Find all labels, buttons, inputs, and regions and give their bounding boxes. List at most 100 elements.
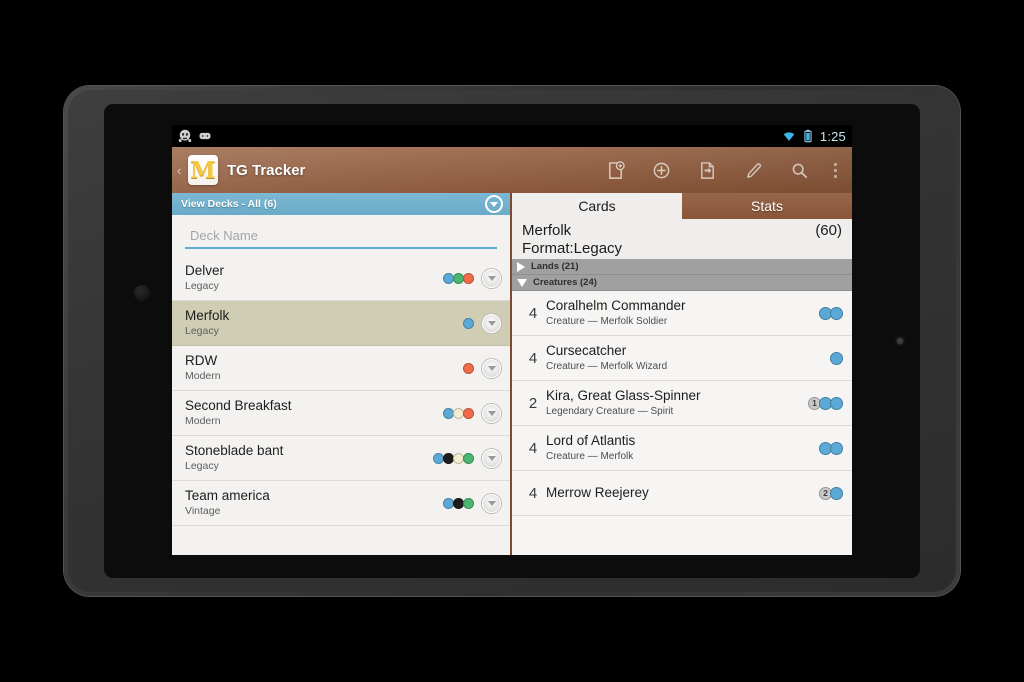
deck-color-identity	[433, 452, 474, 464]
card-group-header[interactable]: Lands (21)	[512, 259, 852, 275]
caret-glyph	[487, 275, 496, 281]
card-mana-cost	[819, 306, 843, 320]
card-row-texts: Merrow Reejerey	[546, 485, 649, 501]
chevron-down-icon[interactable]	[517, 278, 527, 287]
card-mana-cost	[830, 351, 843, 365]
chevron-down-circle-icon[interactable]	[485, 195, 503, 213]
deck-row-right	[443, 403, 501, 423]
deck-name: Second Breakfast	[185, 397, 292, 413]
card-name: Coralhelm Commander	[546, 297, 686, 313]
deck-row-menu-icon[interactable]	[482, 358, 501, 378]
deck-summary-format: Format:Legacy	[522, 240, 623, 257]
deck-row[interactable]: Second Breakfast Modern	[172, 391, 510, 436]
deck-row[interactable]: Delver Legacy	[172, 256, 510, 301]
card-list: 4 Coralhelm Commander Creature — Merfolk S…	[512, 291, 852, 555]
search-icon[interactable]	[776, 147, 822, 193]
tab-cards[interactable]: Cards	[512, 193, 682, 219]
card-row-texts: Cursecatcher Creature — Merfolk Wizard	[546, 343, 667, 373]
deck-list-pane: View Decks - All (6) DelverLegacyMerfolk…	[172, 193, 510, 555]
deck-row-texts: RDW Modern	[185, 353, 221, 384]
caret-glyph	[487, 455, 496, 461]
deck-list: Delver Legacy Merfolk Legacy RDW Modern Second…	[172, 256, 510, 526]
deck-row-menu-icon[interactable]	[482, 403, 501, 423]
mana-color-dot-icon	[463, 272, 474, 284]
card-name: Cursecatcher	[546, 342, 627, 358]
mana-color-dot-icon	[463, 407, 474, 419]
up-navigation-caret-icon[interactable]: ‹	[177, 163, 187, 178]
overflow-dot	[833, 162, 837, 166]
deck-summary-count: (60)	[815, 222, 842, 239]
deck-row-texts: Merfolk Legacy	[185, 308, 229, 339]
deck-format: Legacy	[185, 324, 219, 337]
card-quantity: 4	[528, 304, 538, 322]
tab-stats[interactable]: Stats	[682, 193, 852, 219]
card-mana-cost	[819, 441, 843, 455]
app-logo-icon[interactable]: M	[188, 155, 218, 185]
caret-glyph	[487, 320, 496, 326]
card-row[interactable]: 2 Kira, Great Glass-Spinner Legendary Crea…	[512, 381, 852, 426]
edit-icon[interactable]	[730, 147, 776, 193]
caret-glyph	[487, 410, 496, 416]
mana-color-dot-icon	[463, 362, 474, 374]
caret-glyph	[490, 201, 498, 207]
deck-color-identity	[463, 362, 474, 374]
view-decks-header[interactable]: View Decks - All (6)	[172, 193, 510, 215]
import-deck-icon[interactable]	[684, 147, 730, 193]
action-bar-buttons	[592, 147, 852, 193]
deck-name: RDW	[185, 352, 218, 368]
deck-row-menu-icon[interactable]	[482, 268, 501, 288]
colored-mana-symbol-icon	[830, 396, 843, 410]
chevron-right-icon[interactable]	[517, 261, 525, 272]
card-row[interactable]: 4 Cursecatcher Creature — Merfolk Wizard	[512, 336, 852, 381]
overflow-dot	[833, 168, 837, 172]
colored-mana-symbol-icon	[830, 306, 843, 320]
deck-format: Modern	[185, 369, 221, 382]
card-mana-cost: 2	[819, 486, 843, 500]
caret-glyph	[487, 500, 496, 506]
deck-name: Team america	[185, 487, 270, 503]
add-card-icon[interactable]	[638, 147, 684, 193]
overflow-menu-icon[interactable]	[822, 147, 848, 193]
deck-row-texts: Delver Legacy	[185, 263, 224, 294]
status-bar-notifications	[178, 129, 212, 143]
deck-format: Legacy	[185, 279, 219, 292]
deck-row-menu-icon[interactable]	[482, 313, 501, 333]
card-group-header[interactable]: Creatures (24)	[512, 275, 852, 291]
colored-mana-symbol-icon	[830, 441, 843, 455]
card-quantity: 2	[528, 394, 538, 412]
deck-name-search-input[interactable]	[185, 226, 497, 249]
notification-face-icon	[178, 129, 192, 142]
deck-row-menu-icon[interactable]	[482, 493, 501, 513]
deck-color-identity	[443, 272, 474, 284]
deck-row-right	[443, 268, 501, 288]
card-detail-pane: Cards Stats Merfolk (60) Format:Legacy La…	[512, 193, 852, 555]
deck-name: Merfolk	[185, 307, 230, 323]
status-bar-clock: 1:25	[819, 128, 846, 144]
caret-glyph	[487, 365, 496, 371]
screenshot-root: 1:25 ‹ M TG Tracker View Decks - All (6)…	[0, 0, 1024, 682]
deck-name: Delver	[185, 262, 225, 278]
card-quantity: 4	[528, 439, 538, 457]
deck-row[interactable]: RDW Modern	[172, 346, 510, 391]
card-row-texts: Coralhelm Commander Creature — Merfolk So…	[546, 298, 686, 328]
app-logo-letter: M	[190, 156, 216, 184]
deck-color-identity	[463, 317, 474, 329]
card-name: Lord of Atlantis	[546, 432, 636, 448]
deck-row-menu-icon[interactable]	[482, 448, 501, 468]
new-deck-icon[interactable]	[592, 147, 638, 193]
card-row[interactable]: 4 Merrow Reejerey 2	[512, 471, 852, 516]
deck-row[interactable]: Merfolk Legacy	[172, 301, 510, 346]
deck-row-right	[443, 493, 501, 513]
mana-color-dot-icon	[463, 452, 474, 464]
card-group-headers: Lands (21) Creatures (24)	[512, 259, 852, 291]
card-quantity: 4	[528, 349, 538, 367]
card-quantity: 4	[528, 484, 538, 502]
deck-row-texts: Stoneblade bant Legacy	[185, 443, 283, 474]
content-area: View Decks - All (6) DelverLegacyMerfolk…	[172, 193, 852, 555]
overflow-dot	[833, 174, 837, 178]
deck-row[interactable]: Stoneblade bant Legacy	[172, 436, 510, 481]
card-row[interactable]: 4 Coralhelm Commander Creature — Merfolk S…	[512, 291, 852, 336]
card-row[interactable]: 4 Lord of Atlantis Creature — Merfolk	[512, 426, 852, 471]
deck-row-right	[463, 358, 501, 378]
deck-row[interactable]: Team america Vintage	[172, 481, 510, 526]
